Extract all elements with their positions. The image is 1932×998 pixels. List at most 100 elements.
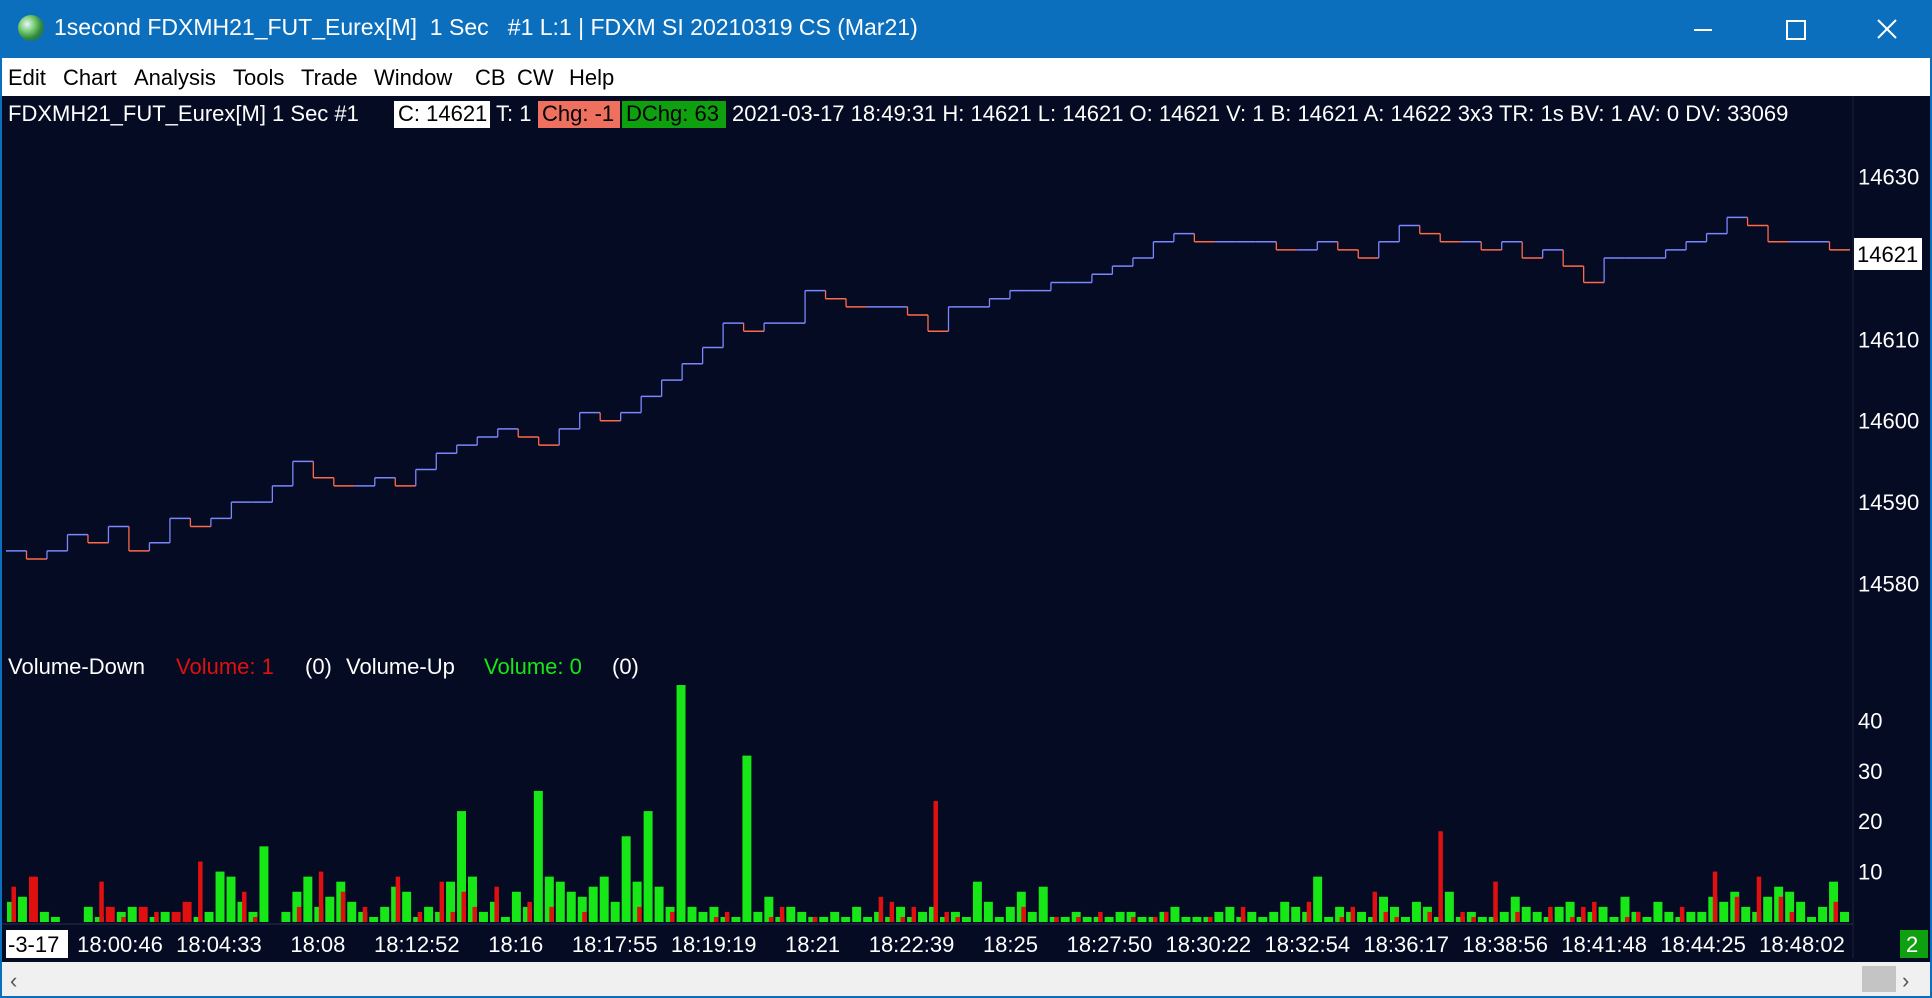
time-tick-label: 18:08 [290,932,345,957]
volume-down-bar [472,906,477,922]
volume-up-bar [533,790,543,922]
close-button[interactable] [1840,0,1932,58]
volume-down-bar [1460,911,1465,922]
time-tick-label: 18:21 [785,932,840,957]
volume-up-bar [1214,911,1224,922]
volume-down-bar [1570,916,1575,922]
menu-trade[interactable]: Trade [301,65,358,91]
volume-down-bar [1054,916,1059,922]
menu-analysis[interactable]: Analysis [134,65,216,91]
horizontal-scrollbar[interactable]: ‹ › [2,962,1930,996]
volume-down-bar [1515,911,1520,922]
scroll-thumb[interactable] [1862,966,1896,992]
menu-cw[interactable]: CW [517,65,554,91]
menu-window[interactable]: Window [374,65,452,91]
volume-up-bar [1554,906,1564,922]
volume-up-bar [1258,916,1268,922]
volume-up-bar [1291,906,1301,922]
volume-up-bar [972,881,982,922]
price-volume-chart[interactable]: FDXMH21_FUT_Eurex[M] 1 Sec #1 C: 14621 T… [2,96,1930,962]
volume-up-bar [1082,916,1092,922]
scroll-left-icon[interactable]: ‹ [10,968,17,994]
volume-up-bar [1653,901,1663,922]
volume-up-bar [918,911,927,922]
volume-up-bar [643,811,653,922]
time-tick-label: 18:25 [983,932,1038,957]
volume-up-bar [1192,916,1202,922]
time-tick-label: 18:00:46 [77,932,163,957]
time-tick-label: 18:17:55 [572,932,658,957]
volume-down-bar [637,906,642,922]
volume-tick-label: 40 [1858,708,1882,733]
menu-tools[interactable]: Tools [233,65,284,91]
volume-up-bar [1477,916,1487,922]
legend-volume-down: Volume-Down [8,654,145,679]
volume-down-bar [889,901,895,922]
volume-down-bar [450,911,456,922]
maximize-button[interactable] [1748,0,1840,58]
header-close: C: 14621 [398,101,487,126]
volume-up-bar [742,755,752,922]
volume-up-bar [1247,911,1257,922]
volume-up-bar [500,916,510,922]
menu-cb[interactable]: CB [475,65,506,91]
volume-down-bar [911,906,917,922]
volume-up-bar [50,916,60,922]
volume-down-bar [549,906,554,922]
menu-edit[interactable]: Edit [8,65,46,91]
volume-down-bar [1339,916,1345,922]
price-tick-label: 14630 [1858,165,1919,190]
time-tick-label: 18:04:33 [176,932,262,957]
title-bar[interactable]: 1second FDXMH21_FUT_Eurex[M] 1 Sec #1 L:… [0,0,1932,58]
volume-up-bar [226,876,236,922]
volume-up-bar [127,906,137,922]
menu-help[interactable]: Help [569,65,614,91]
menu-chart[interactable]: Chart [63,65,117,91]
volume-down-bar [878,896,884,922]
volume-up-bar [1840,911,1849,922]
time-tick-label: 18:19:19 [671,932,757,957]
price-axis: 145801459014600146101462014630 [1858,165,1919,597]
volume-up-bar [841,916,851,922]
legend-volume-up-paren: (0) [612,654,639,679]
volume-up-bar [1313,876,1323,922]
volume-up-bar [1807,916,1817,922]
scroll-right-icon[interactable]: › [1902,968,1909,994]
legend-volume-down-value: Volume: 1 [176,654,274,679]
volume-down-bar [494,886,499,922]
volume-down-bar [900,916,906,922]
volume-down-bar [296,906,302,922]
volume-down-bar [1756,876,1762,922]
volume-up-bar [325,896,335,922]
volume-up-bar [1400,916,1410,922]
legend-volume-down-paren: (0) [305,654,332,679]
volume-up-bar [566,891,576,922]
volume-up-bar [819,916,829,922]
volume-down-bar [171,911,181,922]
volume-up-bar [1796,901,1806,922]
volume-up-bar [1741,906,1751,922]
volume-up-bar [17,896,27,922]
volume-up-bar [1357,911,1367,922]
volume-down-bar [241,891,247,922]
volume-up-bar [863,916,873,922]
close-icon [1877,19,1897,39]
minimize-button[interactable] [1656,0,1748,58]
volume-down-bar [1372,891,1378,922]
price-tick-label: 14600 [1858,409,1919,434]
volume-up-bar [1324,916,1334,922]
volume-down-bar [318,871,324,922]
volume-down-bar [1592,901,1597,922]
volume-up-bar [1181,916,1191,922]
corner-badge: 2 [1906,932,1918,957]
volume-down-bar [768,916,774,922]
volume-up-bar [830,911,840,922]
volume-down-bar [1350,906,1356,922]
volume-up-bar [424,906,434,922]
volume-up-bar [1038,886,1048,922]
legend-volume-up: Volume-Up [346,654,455,679]
chart-area[interactable]: FDXMH21_FUT_Eurex[M] 1 Sec #1 C: 14621 T… [2,96,1930,962]
volume-tick-label: 20 [1858,809,1882,834]
price-tick-label: 14580 [1858,571,1919,596]
volume-up-bar [731,916,741,922]
